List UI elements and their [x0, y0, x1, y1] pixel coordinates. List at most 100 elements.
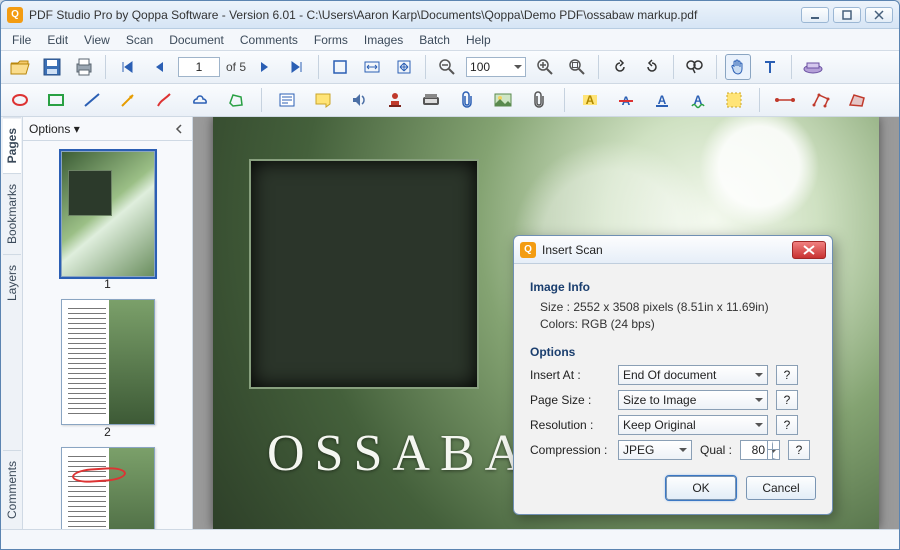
sticky-note-tool[interactable]	[310, 87, 336, 113]
distance-tool[interactable]	[772, 87, 798, 113]
save-button[interactable]	[39, 54, 65, 80]
section-options: Options	[530, 345, 816, 359]
next-page-button[interactable]	[252, 54, 278, 80]
svg-text:A: A	[586, 93, 595, 107]
pencil-tool[interactable]	[151, 87, 177, 113]
zoom-out-button[interactable]	[434, 54, 460, 80]
print-button[interactable]	[71, 54, 97, 80]
menu-scan[interactable]: Scan	[119, 31, 160, 49]
work-area: Pages Bookmarks Layers Comments Options …	[1, 117, 899, 529]
insert-at-label: Insert At :	[530, 368, 610, 382]
hand-tool-button[interactable]	[725, 54, 751, 80]
scan-button[interactable]	[800, 54, 826, 80]
last-page-button[interactable]	[284, 54, 310, 80]
menubar: File Edit View Scan Document Comments Fo…	[1, 29, 899, 51]
perimeter-tool[interactable]	[808, 87, 834, 113]
strikeout-tool[interactable]: A	[613, 87, 639, 113]
prev-page-button[interactable]	[146, 54, 172, 80]
image-colors-text: Colors: RGB (24 bps)	[540, 317, 816, 331]
first-page-button[interactable]	[114, 54, 140, 80]
side-tab-layers[interactable]: Layers	[3, 254, 21, 311]
menu-images[interactable]: Images	[357, 31, 410, 49]
circle-tool[interactable]	[7, 87, 33, 113]
text-select-button[interactable]	[757, 54, 783, 80]
insert-at-help[interactable]: ?	[776, 365, 798, 385]
search-button[interactable]	[682, 54, 708, 80]
app-window: Q PDF Studio Pro by Qoppa Software - Ver…	[0, 0, 900, 550]
polygon-tool[interactable]	[223, 87, 249, 113]
area-tool[interactable]	[844, 87, 870, 113]
compression-combo[interactable]: JPEG	[618, 440, 692, 460]
side-tab-bookmarks[interactable]: Bookmarks	[3, 173, 21, 254]
fit-page-button[interactable]	[391, 54, 417, 80]
square-tool[interactable]	[43, 87, 69, 113]
cancel-button[interactable]: Cancel	[746, 476, 816, 500]
thumb-page-number: 2	[104, 425, 111, 439]
thumbs-options-dropdown[interactable]: Options ▾	[29, 122, 80, 136]
close-button[interactable]	[865, 7, 893, 23]
thumbnails-list[interactable]: 1 2	[23, 141, 192, 529]
menu-forms[interactable]: Forms	[307, 31, 355, 49]
page-size-label: Page Size :	[530, 393, 610, 407]
page-thumbnail-1[interactable]	[61, 151, 155, 277]
squiggly-tool[interactable]: A	[685, 87, 711, 113]
area-highlight-tool[interactable]	[721, 87, 747, 113]
highlight-text-tool[interactable]: A	[577, 87, 603, 113]
ok-button[interactable]: OK	[666, 476, 736, 500]
menu-help[interactable]: Help	[459, 31, 498, 49]
zoom-marquee-button[interactable]	[564, 54, 590, 80]
sound-tool[interactable]	[346, 87, 372, 113]
polygon-cloud-tool[interactable]	[187, 87, 213, 113]
thumbnails-panel: Options ▾ 1 2	[23, 117, 193, 529]
menu-view[interactable]: View	[77, 31, 117, 49]
page-count-label: of 5	[226, 60, 246, 74]
minimize-button[interactable]	[801, 7, 829, 23]
fit-width-button[interactable]	[359, 54, 385, 80]
resolution-help[interactable]: ?	[776, 415, 798, 435]
document-view[interactable]: OSSABAW Q Insert Scan Image Info Size : …	[193, 117, 899, 529]
rotate-ccw-button[interactable]	[607, 54, 633, 80]
arrow-tool[interactable]	[115, 87, 141, 113]
insert-at-combo[interactable]: End Of document	[618, 365, 768, 385]
menu-edit[interactable]: Edit	[40, 31, 75, 49]
link-image-tool[interactable]	[490, 87, 516, 113]
page-thumbnail-3[interactable]	[61, 447, 155, 529]
page-size-combo[interactable]: Size to Image	[618, 390, 768, 410]
page-size-help[interactable]: ?	[776, 390, 798, 410]
zoom-in-button[interactable]	[532, 54, 558, 80]
resolution-combo[interactable]: Keep Original	[618, 415, 768, 435]
zoom-combo[interactable]: 100	[466, 57, 526, 77]
menu-batch[interactable]: Batch	[412, 31, 457, 49]
fit-actual-button[interactable]	[327, 54, 353, 80]
collapse-panel-button[interactable]	[172, 122, 186, 136]
rotate-cw-button[interactable]	[639, 54, 665, 80]
maximize-button[interactable]	[833, 7, 861, 23]
stamp-tool[interactable]	[382, 87, 408, 113]
attachment-tool[interactable]	[526, 87, 552, 113]
attach-file-tool[interactable]	[454, 87, 480, 113]
zoom-value: 100	[470, 60, 490, 74]
quality-input[interactable]	[741, 443, 767, 457]
thumb-page-number: 1	[104, 277, 111, 291]
underline-tool[interactable]: A	[649, 87, 675, 113]
compression-help[interactable]: ?	[788, 440, 810, 460]
dialog-close-button[interactable]	[792, 241, 826, 259]
line-tool[interactable]	[79, 87, 105, 113]
side-tab-pages[interactable]: Pages	[3, 117, 21, 173]
page-number-input[interactable]	[178, 57, 220, 77]
resolution-label: Resolution :	[530, 418, 610, 432]
typewriter-tool[interactable]	[418, 87, 444, 113]
status-bar	[1, 529, 899, 549]
side-tab-comments[interactable]: Comments	[3, 450, 21, 529]
quality-spinner[interactable]	[740, 440, 780, 460]
window-title: PDF Studio Pro by Qoppa Software - Versi…	[29, 8, 801, 22]
menu-document[interactable]: Document	[162, 31, 231, 49]
menu-comments[interactable]: Comments	[233, 31, 305, 49]
menu-file[interactable]: File	[5, 31, 38, 49]
titlebar: Q PDF Studio Pro by Qoppa Software - Ver…	[1, 1, 899, 29]
textbox-tool[interactable]	[274, 87, 300, 113]
page-thumbnail-2[interactable]	[61, 299, 155, 425]
dialog-title: Insert Scan	[542, 243, 792, 257]
open-button[interactable]	[7, 54, 33, 80]
image-size-text: Size : 2552 x 3508 pixels (8.51in x 11.6…	[540, 300, 816, 314]
